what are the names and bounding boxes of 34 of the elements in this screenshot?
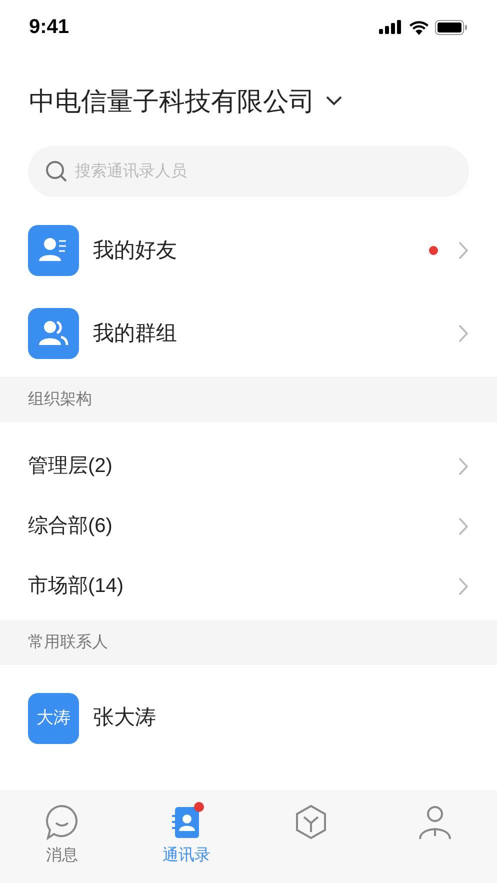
chevron-right-icon (458, 456, 469, 476)
department-label: 管理层(2) (28, 454, 114, 479)
section-title: 组织架构 (28, 390, 92, 410)
company-title: 中电信量子科技有限公司 (29, 84, 315, 118)
chevron-right-icon (458, 576, 469, 596)
item-label: 我的群组 (93, 320, 178, 347)
status-time: 9:41 (29, 15, 70, 40)
person-icon (418, 804, 452, 840)
contact-name: 张大涛 (93, 705, 156, 732)
cube-icon (294, 804, 328, 840)
chat-bubble-icon (45, 804, 80, 840)
signal-icon (379, 20, 403, 34)
department-item[interactable]: 市场部(14) (0, 556, 497, 616)
list-item[interactable]: 我的群组 (0, 292, 497, 375)
contact-avatar: 大涛 (28, 692, 79, 744)
department-label: 综合部(6) (28, 514, 114, 539)
battery-icon (435, 20, 468, 34)
chevron-right-icon (458, 516, 469, 536)
section-title: 常用联系人 (28, 632, 108, 652)
item-label: 我的好友 (93, 238, 178, 264)
contact-item[interactable]: 大涛 张大涛 (0, 665, 497, 771)
search-icon (45, 160, 69, 184)
department-item[interactable]: 综合部(6) (0, 496, 497, 556)
chevron-right-icon (458, 241, 469, 260)
people-icon (28, 308, 79, 359)
department-label: 市场部(14) (28, 574, 125, 599)
person-list-icon (28, 225, 79, 276)
department-item[interactable]: 管理层(2) (0, 436, 497, 496)
chevron-down-icon[interactable] (325, 95, 343, 107)
list-item[interactable]: 我的好友 (0, 209, 497, 292)
search-field[interactable]: 搜索通讯录人员 (28, 146, 469, 197)
tab[interactable]: 消息 (0, 804, 124, 883)
wifi-icon (409, 20, 429, 34)
chevron-right-icon (458, 324, 469, 343)
